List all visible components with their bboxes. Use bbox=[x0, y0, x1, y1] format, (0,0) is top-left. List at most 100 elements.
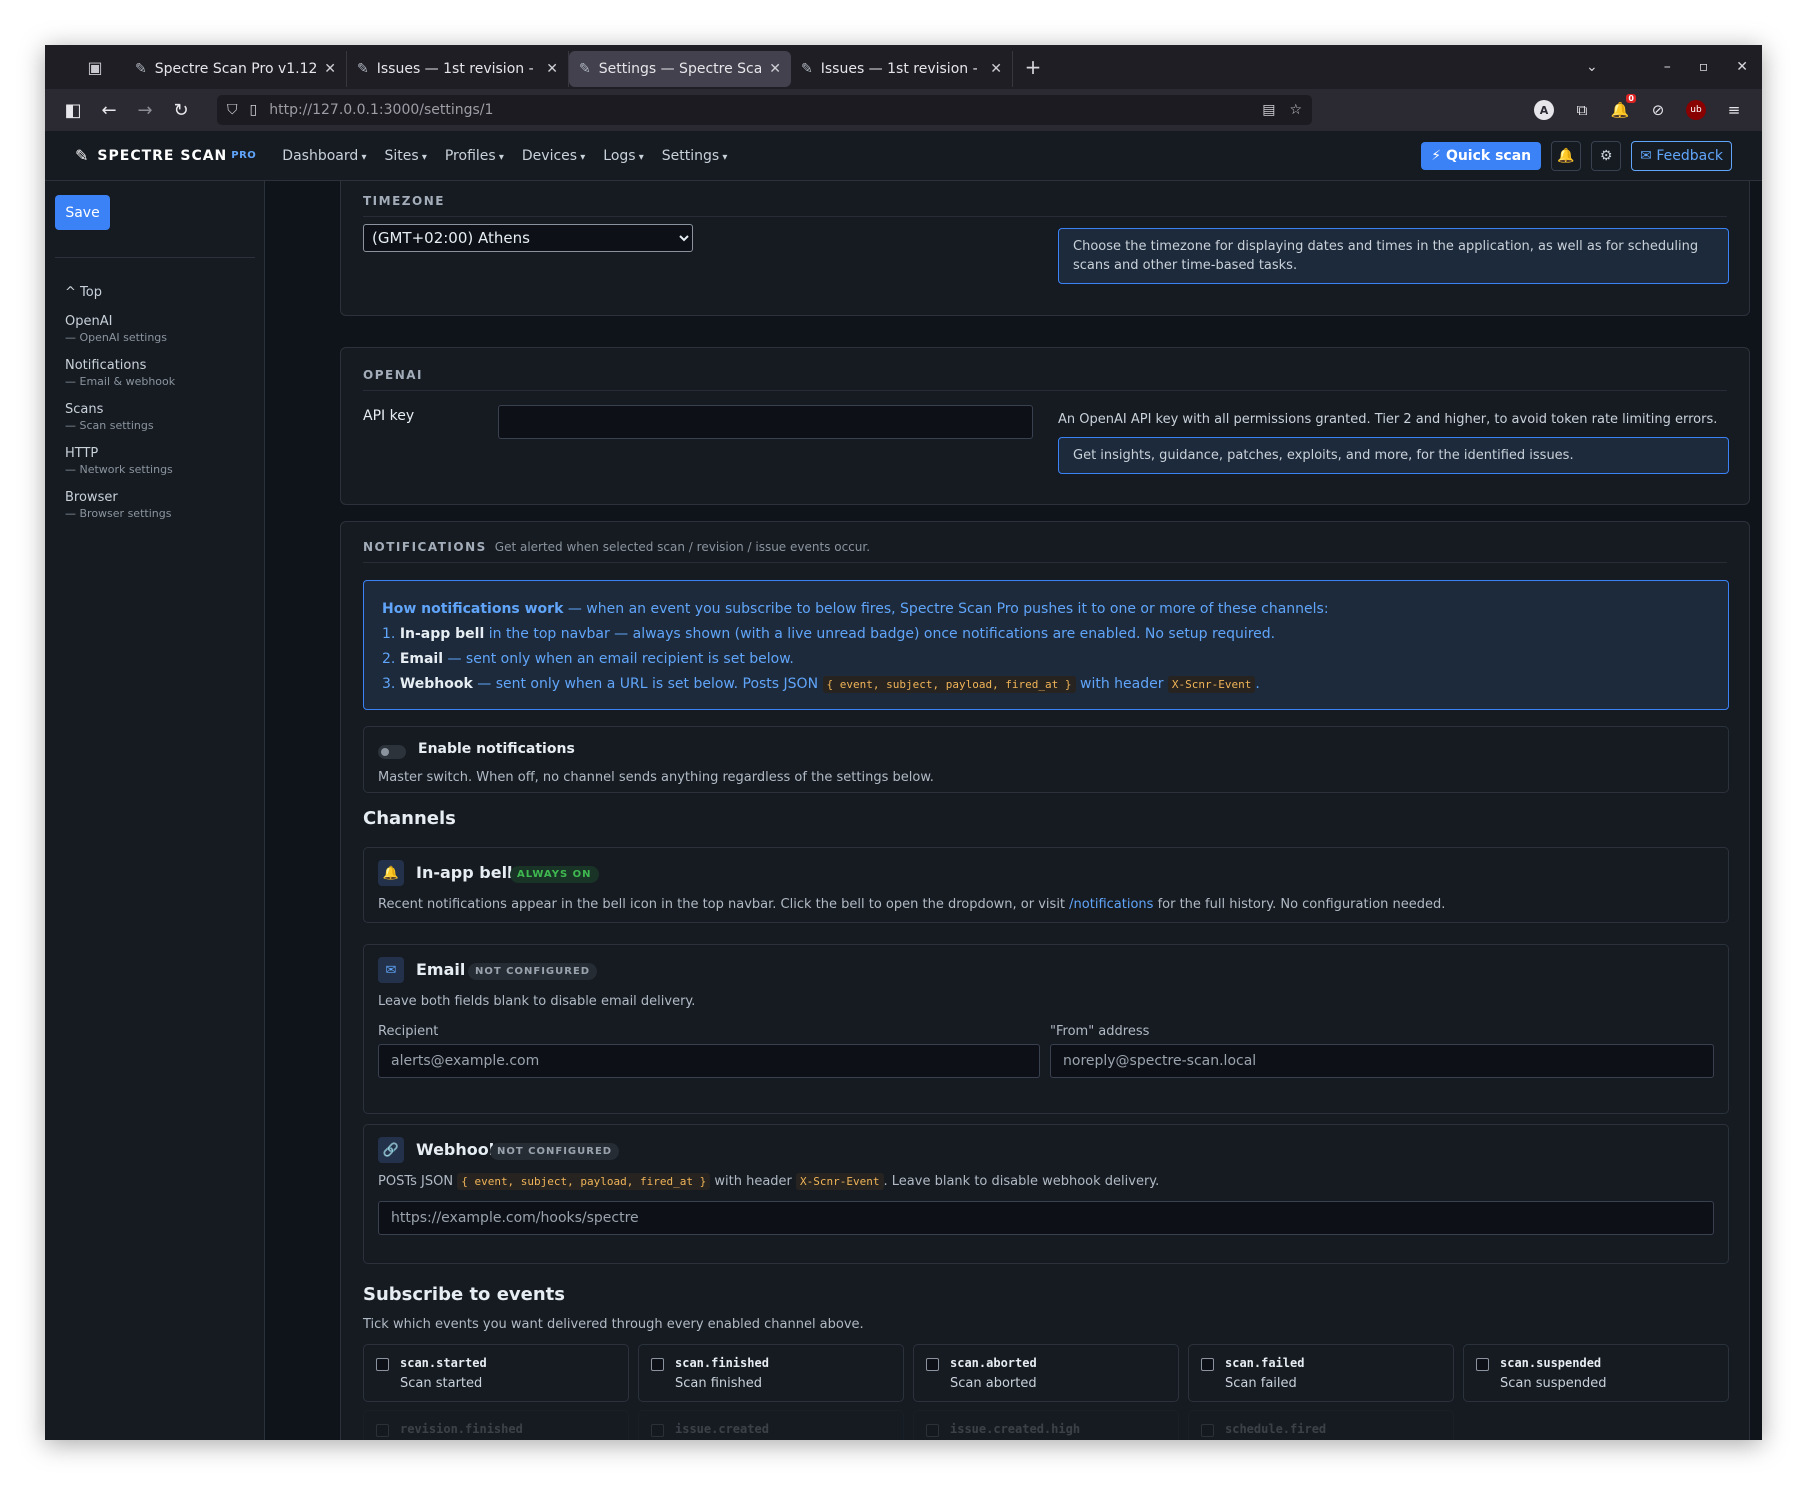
sidebar-item-sub: — Scan settings bbox=[65, 419, 154, 432]
event-checkbox[interactable] bbox=[1201, 1424, 1214, 1437]
event-checkbox[interactable] bbox=[926, 1358, 939, 1371]
back-icon[interactable]: ← bbox=[91, 100, 127, 121]
event-scan-suspended[interactable]: scan.suspended Scan suspended bbox=[1463, 1344, 1729, 1402]
event-schedule-fired[interactable]: schedule.fired bbox=[1188, 1410, 1454, 1440]
event-checkbox[interactable] bbox=[376, 1358, 389, 1371]
hamburger-icon[interactable]: ≡ bbox=[1724, 100, 1744, 120]
sidebar-toggle-icon[interactable]: ◧ bbox=[55, 100, 91, 121]
enable-notifications-toggle[interactable] bbox=[378, 745, 406, 759]
event-checkbox[interactable] bbox=[651, 1424, 664, 1437]
timezone-card: TIMEZONE (GMT+02:00) Athens Choose the t… bbox=[340, 181, 1750, 316]
event-checkbox[interactable] bbox=[1201, 1358, 1214, 1371]
event-checkbox[interactable] bbox=[926, 1424, 939, 1437]
close-icon[interactable]: ✕ bbox=[769, 61, 781, 77]
timezone-select[interactable]: (GMT+02:00) Athens bbox=[363, 224, 693, 252]
event-scan-aborted[interactable]: scan.aborted Scan aborted bbox=[913, 1344, 1179, 1402]
menu-dashboard[interactable]: Dashboard bbox=[282, 148, 366, 164]
event-scan-failed[interactable]: scan.failed Scan failed bbox=[1188, 1344, 1454, 1402]
feedback-button[interactable]: ✉ Feedback bbox=[1631, 140, 1732, 171]
notifications-title: NOTIFICATIONS bbox=[363, 540, 487, 554]
quick-scan-button[interactable]: ⚡ Quick scan bbox=[1421, 141, 1542, 170]
notifications-link[interactable]: /notifications bbox=[1069, 897, 1153, 912]
how-rest: — sent only when an email recipient is s… bbox=[443, 651, 794, 667]
event-checkbox[interactable] bbox=[376, 1424, 389, 1437]
new-tab-icon[interactable]: + bbox=[1013, 55, 1053, 79]
reload-icon[interactable]: ↻ bbox=[163, 100, 199, 121]
event-code: scan.suspended bbox=[1500, 1356, 1602, 1370]
sidebar-item-http[interactable]: HTTP — Network settings bbox=[65, 446, 175, 476]
browser-tab-1[interactable]: ✎ Spectre Scan Pro v1.12 ✕ bbox=[125, 51, 347, 87]
sidebar-item-notifications[interactable]: Notifications — Email & webhook bbox=[65, 358, 175, 388]
main-menu: Dashboard Sites Profiles Devices Logs Se… bbox=[282, 148, 727, 164]
event-checkbox[interactable] bbox=[1476, 1358, 1489, 1371]
account-icon[interactable]: A bbox=[1534, 100, 1554, 120]
webhook-desc-a: POSTs JSON bbox=[378, 1174, 458, 1189]
event-scan-finished[interactable]: scan.finished Scan finished bbox=[638, 1344, 904, 1402]
quick-scan-label: Quick scan bbox=[1445, 147, 1532, 164]
how-num: 3. bbox=[382, 676, 400, 692]
bell-description: Recent notifications appear in the bell … bbox=[378, 897, 1445, 912]
event-desc: Scan suspended bbox=[1500, 1376, 1607, 1391]
ublock-icon[interactable]: ub bbox=[1686, 100, 1706, 120]
from-address-input[interactable] bbox=[1050, 1044, 1714, 1078]
brand-logo[interactable]: ✎ SPECTRE SCAN PRO bbox=[75, 146, 256, 165]
tab-label: Spectre Scan Pro v1.12 bbox=[154, 61, 317, 77]
tab-overview-icon[interactable]: ▣ bbox=[65, 45, 125, 89]
how-rest: . bbox=[1255, 676, 1260, 692]
notification-ext-icon[interactable]: 🔔 0 bbox=[1610, 94, 1636, 120]
browser-tab-3[interactable]: ✎ Settings — Spectre Scan Pro ✕ bbox=[569, 51, 791, 87]
webhook-url-input[interactable] bbox=[378, 1201, 1714, 1235]
notifications-subtitle: Get alerted when selected scan / revisio… bbox=[494, 540, 871, 554]
extensions-icon[interactable]: ⧉ bbox=[1572, 100, 1592, 120]
sidebar-item-scans[interactable]: Scans — Scan settings bbox=[65, 402, 175, 432]
bell-icon[interactable]: 🔔 bbox=[1551, 140, 1582, 171]
sidebar-item-openai[interactable]: OpenAI — OpenAI settings bbox=[65, 314, 175, 344]
sync-icon[interactable]: ⊘ bbox=[1648, 100, 1668, 120]
menu-profiles[interactable]: Profiles bbox=[445, 148, 504, 164]
browser-tab-2[interactable]: ✎ Issues — 1st revision - Test ✕ bbox=[347, 51, 569, 87]
how-line-3: 3. Webhook — sent only when a URL is set… bbox=[382, 672, 1710, 697]
close-icon[interactable]: ✕ bbox=[324, 61, 336, 77]
how-num: 2. bbox=[382, 651, 400, 667]
url-bar[interactable]: ⛉ ▯ http://127.0.0.1:3000/settings/1 ▤ ☆ bbox=[217, 95, 1312, 125]
pen-icon: ✎ bbox=[75, 146, 90, 165]
how-num: 1. bbox=[382, 626, 400, 642]
event-checkbox[interactable] bbox=[651, 1358, 664, 1371]
recipient-label: Recipient bbox=[378, 1024, 439, 1039]
star-icon[interactable]: ☆ bbox=[1289, 102, 1302, 118]
reader-icon[interactable]: ▤ bbox=[1262, 102, 1275, 118]
event-issue-created[interactable]: issue.created bbox=[638, 1410, 904, 1440]
how-notifications-work: How notifications work — when an event y… bbox=[363, 580, 1729, 710]
gear-icon[interactable]: ⚙ bbox=[1591, 140, 1622, 171]
menu-devices[interactable]: Devices bbox=[522, 148, 585, 164]
sidebar-item-browser[interactable]: Browser — Browser settings bbox=[65, 490, 175, 520]
bell-desc-b: for the full history. No configuration n… bbox=[1153, 897, 1446, 912]
menu-logs[interactable]: Logs bbox=[603, 148, 644, 164]
event-scan-started[interactable]: scan.started Scan started bbox=[363, 1344, 629, 1402]
sidebar-item-top[interactable]: ^ Top bbox=[65, 285, 175, 300]
how-code: { event, subject, payload, fired_at } bbox=[822, 676, 1076, 693]
notifications-header: NOTIFICATIONS Get alerted when selected s… bbox=[363, 540, 870, 554]
forward-icon[interactable]: → bbox=[127, 100, 163, 121]
save-button[interactable]: Save bbox=[55, 195, 110, 230]
minimize-icon[interactable]: – bbox=[1664, 59, 1671, 75]
menu-settings[interactable]: Settings bbox=[662, 148, 728, 164]
maximize-icon[interactable]: ▫ bbox=[1699, 59, 1709, 75]
close-window-icon[interactable]: ✕ bbox=[1736, 59, 1748, 75]
pen-icon: ✎ bbox=[357, 61, 369, 77]
close-icon[interactable]: ✕ bbox=[990, 61, 1002, 77]
menu-sites[interactable]: Sites bbox=[384, 148, 426, 164]
openai-card: OPENAI API key An OpenAI API key with al… bbox=[340, 347, 1750, 505]
sidebar-item-label: Top bbox=[80, 285, 102, 300]
sidebar-item-label: Browser bbox=[65, 490, 118, 505]
webhook-desc-c: . Leave blank to disable webhook deliver… bbox=[883, 1174, 1160, 1189]
sidebar-item-label: HTTP bbox=[65, 446, 99, 461]
event-issue-created-high[interactable]: issue.created.high bbox=[913, 1410, 1179, 1440]
event-revision-finished[interactable]: revision.finished bbox=[363, 1410, 629, 1440]
chevron-down-icon[interactable]: ⌄ bbox=[1586, 59, 1598, 75]
recipient-input[interactable] bbox=[378, 1044, 1040, 1078]
event-desc: Scan failed bbox=[1225, 1376, 1297, 1391]
browser-tab-4[interactable]: ✎ Issues — 1st revision - Quic ✕ bbox=[791, 51, 1013, 87]
api-key-input[interactable] bbox=[498, 405, 1033, 439]
close-icon[interactable]: ✕ bbox=[546, 61, 558, 77]
